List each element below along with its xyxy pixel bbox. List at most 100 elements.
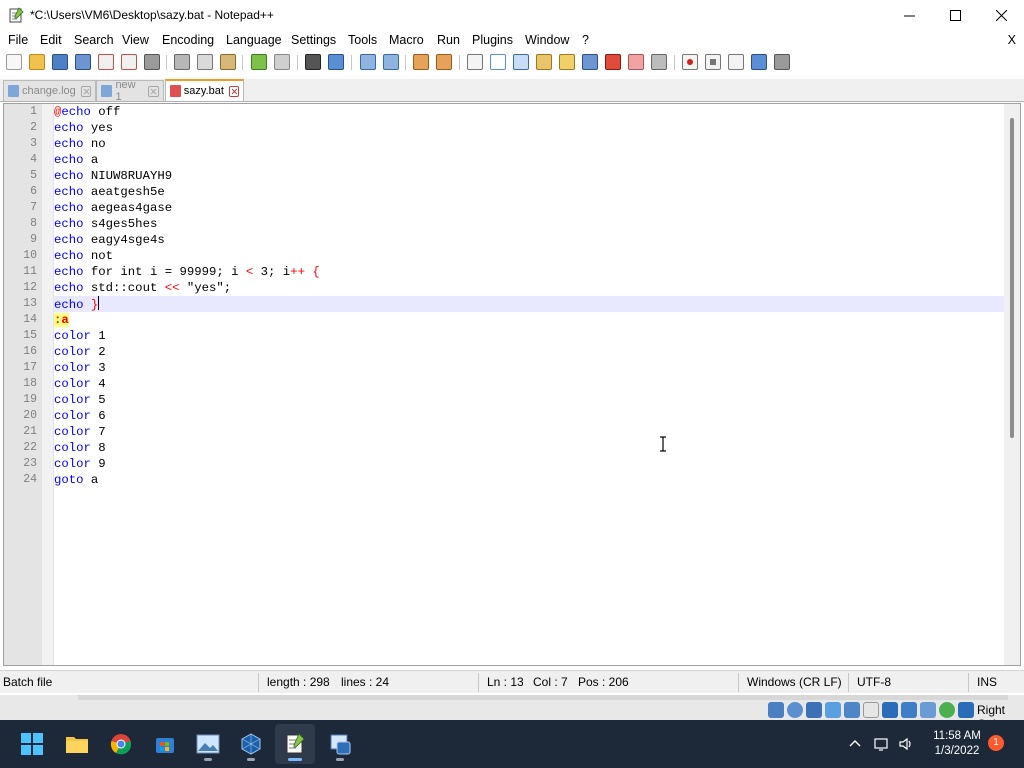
doc-list-icon[interactable] <box>628 54 644 70</box>
paste-icon[interactable] <box>220 54 236 70</box>
vm-state-icon[interactable] <box>939 702 955 718</box>
code-line[interactable]: color 4 <box>54 376 1004 392</box>
title-bar[interactable]: *C:\Users\VM6\Desktop\sazy.bat - Notepad… <box>0 0 1024 30</box>
shared-folders-icon[interactable] <box>863 702 879 718</box>
code-area[interactable]: @echo off echo yes echo no echo a echo NIUW8… <box>54 104 1004 665</box>
close-button[interactable] <box>978 0 1024 30</box>
zoom-in-icon[interactable] <box>360 54 376 70</box>
code-line[interactable]: color 5 <box>54 392 1004 408</box>
show-all-chars-icon[interactable] <box>490 54 506 70</box>
taskbar-store[interactable] <box>145 724 185 764</box>
tab-change-log[interactable]: change.log <box>3 80 96 101</box>
udl-icon[interactable] <box>536 54 552 70</box>
hard-disk-icon[interactable] <box>768 702 784 718</box>
copy-icon[interactable] <box>197 54 213 70</box>
code-line[interactable]: echo a <box>54 152 1004 168</box>
taskbar-file-explorer[interactable] <box>57 724 97 764</box>
code-line[interactable]: echo for int i = 99999; i < 3; i++ { <box>54 264 1004 280</box>
code-line[interactable]: echo yes <box>54 120 1004 136</box>
tab-close-icon[interactable] <box>148 85 159 97</box>
code-line[interactable]: @echo off <box>54 104 1004 120</box>
notification-badge[interactable]: 1 <box>988 735 1004 751</box>
menu-search[interactable]: Search <box>74 33 114 47</box>
tab-close-icon[interactable] <box>228 85 239 97</box>
new-file-icon[interactable] <box>6 54 22 70</box>
code-line[interactable]: color 7 <box>54 424 1004 440</box>
code-line-current[interactable]: echo } <box>54 296 1004 312</box>
menu-settings[interactable]: Settings <box>291 33 336 47</box>
host-key-icon[interactable] <box>958 702 974 718</box>
replace-icon[interactable] <box>328 54 344 70</box>
network-icon[interactable] <box>874 736 890 752</box>
virtualization-icon[interactable] <box>920 702 936 718</box>
code-line[interactable]: echo std::cout << "yes"; <box>54 280 1004 296</box>
undo-icon[interactable] <box>251 54 267 70</box>
word-wrap-icon[interactable] <box>467 54 483 70</box>
tab-sazy-bat[interactable]: sazy.bat <box>165 79 244 101</box>
system-clock[interactable]: 11:58 AM 1/3/2022 <box>928 729 986 759</box>
open-file-icon[interactable] <box>29 54 45 70</box>
run-macro-multiple-icon[interactable] <box>751 54 767 70</box>
code-line[interactable]: echo NIUW8RUAYH9 <box>54 168 1004 184</box>
code-line[interactable]: echo aegeas4gase <box>54 200 1004 216</box>
code-line[interactable]: echo eagy4sge4s <box>54 232 1004 248</box>
display-icon[interactable] <box>882 702 898 718</box>
chevron-up-icon[interactable] <box>847 736 863 752</box>
menu-view[interactable]: View <box>122 33 149 47</box>
code-line[interactable]: color 1 <box>54 328 1004 344</box>
scrollbar-thumb[interactable] <box>1010 118 1014 438</box>
minimize-button[interactable] <box>886 0 932 30</box>
menu-plugins[interactable]: Plugins <box>472 33 513 47</box>
menu-window[interactable]: Window <box>525 33 569 47</box>
function-list-icon[interactable] <box>582 54 598 70</box>
start-button[interactable] <box>12 724 52 764</box>
code-line[interactable]: :a <box>54 312 1004 328</box>
code-line[interactable]: color 2 <box>54 344 1004 360</box>
network-icon[interactable] <box>825 702 841 718</box>
code-line[interactable]: echo aeatgesh5e <box>54 184 1004 200</box>
code-line[interactable]: echo no <box>54 136 1004 152</box>
taskbar-notepadpp[interactable] <box>275 724 315 764</box>
status-eol[interactable]: Windows (CR LF) <box>747 675 842 689</box>
audio-icon[interactable] <box>806 702 822 718</box>
taskbar-photos[interactable] <box>188 724 228 764</box>
print-icon[interactable] <box>144 54 160 70</box>
taskbar-virtualbox[interactable] <box>231 724 271 764</box>
zoom-out-icon[interactable] <box>383 54 399 70</box>
cut-icon[interactable] <box>174 54 190 70</box>
record-macro-icon[interactable] <box>682 54 698 70</box>
folder-as-workspace-icon[interactable] <box>605 54 621 70</box>
menu-file[interactable]: File <box>8 33 28 47</box>
editor-pane[interactable]: 1 2 3 4 5 6 7 8 9 10 11 12 13 14 15 16 17 18 19 20 21 22 23 24 … <box>3 103 1021 666</box>
save-all-icon[interactable] <box>75 54 91 70</box>
menu-run[interactable]: Run <box>437 33 460 47</box>
status-encoding[interactable]: UTF-8 <box>857 675 891 689</box>
maximize-button[interactable] <box>932 0 978 30</box>
close-document-button[interactable]: X <box>1008 33 1016 47</box>
document-map-icon[interactable] <box>559 54 575 70</box>
close-file-icon[interactable] <box>98 54 114 70</box>
indent-guide-icon[interactable] <box>513 54 529 70</box>
sync-vertical-icon[interactable] <box>413 54 429 70</box>
close-all-icon[interactable] <box>121 54 137 70</box>
taskbar-chrome[interactable] <box>101 724 141 764</box>
volume-icon[interactable] <box>898 736 914 752</box>
code-line[interactable]: echo s4ges5hes <box>54 216 1004 232</box>
taskbar-app-extra[interactable] <box>320 724 360 764</box>
monitoring-icon[interactable] <box>651 54 667 70</box>
menu-encoding[interactable]: Encoding <box>162 33 214 47</box>
video-capture-icon[interactable] <box>901 702 917 718</box>
menu-tools[interactable]: Tools <box>348 33 377 47</box>
stop-macro-icon[interactable] <box>705 54 721 70</box>
optical-drive-icon[interactable] <box>787 702 803 718</box>
menu-edit[interactable]: Edit <box>40 33 62 47</box>
menu-language[interactable]: Language <box>226 33 282 47</box>
menu-help[interactable]: ? <box>582 33 589 47</box>
save-macro-icon[interactable] <box>774 54 790 70</box>
code-line[interactable]: color 9 <box>54 456 1004 472</box>
code-line[interactable]: goto a <box>54 472 1004 488</box>
sync-horizontal-icon[interactable] <box>436 54 452 70</box>
vertical-scrollbar[interactable] <box>1004 104 1020 665</box>
menu-macro[interactable]: Macro <box>389 33 424 47</box>
usb-icon[interactable] <box>844 702 860 718</box>
